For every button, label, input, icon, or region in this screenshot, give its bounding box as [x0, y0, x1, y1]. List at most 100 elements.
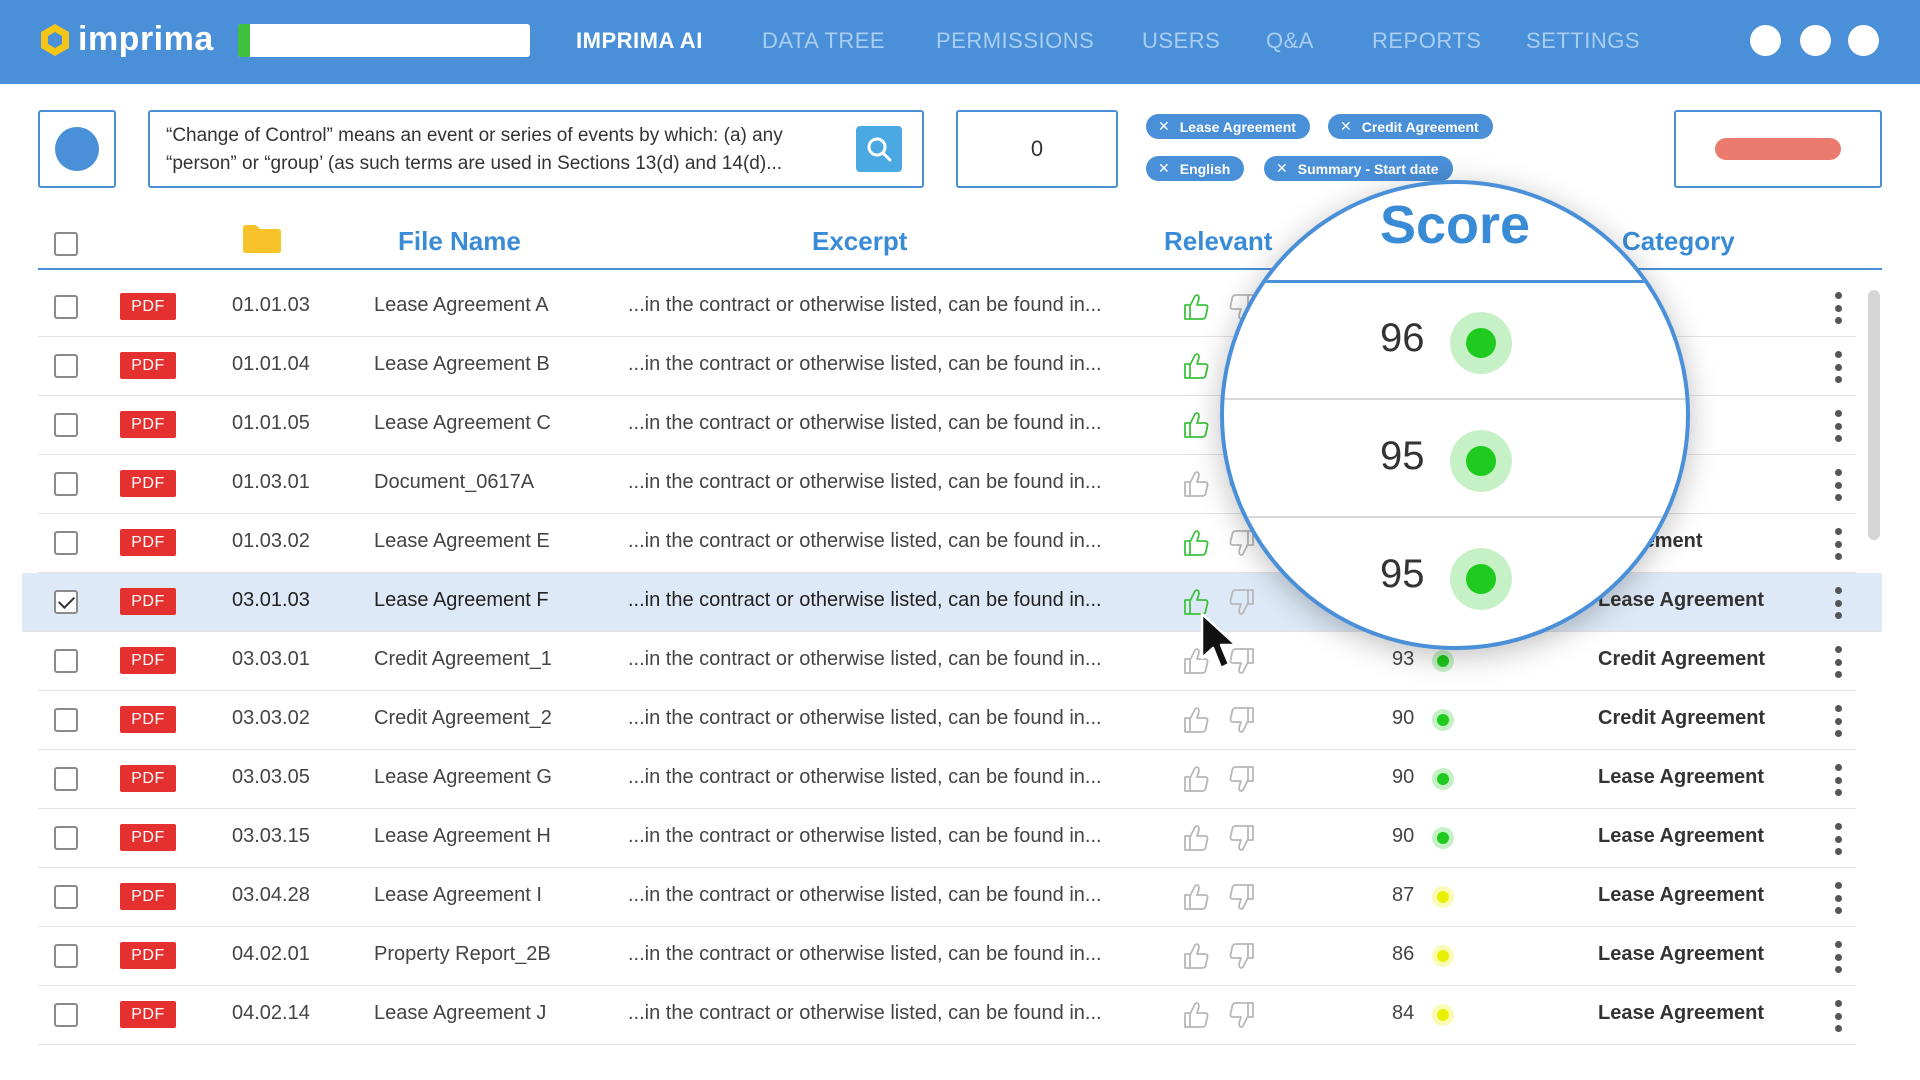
table-scrollbar[interactable]	[1868, 290, 1880, 540]
pdf-badge: PDF	[120, 765, 176, 792]
filter-chip-english[interactable]: ✕ English	[1146, 156, 1245, 181]
row-checkbox[interactable]	[54, 767, 78, 791]
magnifier-score-value: 95	[1380, 552, 1425, 596]
thumbs-down-icon[interactable]	[1228, 1000, 1256, 1030]
row-checkbox[interactable]	[54, 590, 78, 614]
thumbs-up-icon[interactable]	[1182, 705, 1210, 735]
header-file-name[interactable]: File Name	[398, 226, 521, 257]
kebab-menu-icon[interactable]	[1834, 705, 1842, 737]
row-checkbox[interactable]	[54, 944, 78, 968]
nav-qa[interactable]: Q&A	[1266, 28, 1314, 54]
nav-circle-button-2[interactable]	[1800, 25, 1831, 56]
nav-users[interactable]: USERS	[1142, 28, 1220, 54]
table-row[interactable]: PDF 03.04.28 Lease Agreement I ...in the co…	[38, 868, 1856, 927]
row-file-name[interactable]: Lease Agreement H	[374, 825, 551, 848]
nav-circle-button-3[interactable]	[1848, 25, 1879, 56]
thumbs-up-icon[interactable]	[1182, 1000, 1210, 1030]
nav-reports[interactable]: REPORTS	[1372, 28, 1481, 54]
table-row[interactable]: PDF 03.03.05 Lease Agreement G ...in the co…	[38, 750, 1856, 809]
filter-chip-lease-agreement[interactable]: ✕ Lease Agreement	[1146, 114, 1310, 139]
row-file-name[interactable]: Lease Agreement B	[374, 353, 550, 376]
header-excerpt[interactable]: Excerpt	[812, 226, 907, 257]
row-index: 01.03.02	[232, 530, 310, 552]
row-checkbox[interactable]	[54, 826, 78, 850]
close-icon[interactable]: ✕	[1276, 160, 1288, 177]
row-checkbox[interactable]	[54, 708, 78, 732]
kebab-menu-icon[interactable]	[1834, 941, 1842, 973]
row-checkbox[interactable]	[54, 649, 78, 673]
kebab-menu-icon[interactable]	[1834, 410, 1842, 442]
select-all-checkbox[interactable]	[54, 232, 78, 256]
thumbs-up-icon[interactable]	[1182, 528, 1210, 558]
kebab-menu-icon[interactable]	[1834, 469, 1842, 501]
nav-data-tree[interactable]: DATA TREE	[762, 28, 885, 54]
row-checkbox[interactable]	[54, 531, 78, 555]
row-checkbox[interactable]	[54, 472, 78, 496]
kebab-menu-icon[interactable]	[1834, 292, 1842, 324]
row-checkbox[interactable]	[54, 885, 78, 909]
thumbs-down-icon[interactable]	[1228, 882, 1256, 912]
row-file-name[interactable]: Credit Agreement_1	[374, 648, 552, 671]
thumbs-down-icon[interactable]	[1228, 941, 1256, 971]
row-file-name[interactable]: Lease Agreement I	[374, 884, 542, 907]
action-button-box[interactable]	[1674, 110, 1882, 188]
row-checkbox[interactable]	[54, 1003, 78, 1027]
thumbs-up-icon[interactable]	[1182, 292, 1210, 322]
close-icon[interactable]: ✕	[1158, 160, 1170, 177]
row-file-name[interactable]: Lease Agreement C	[374, 412, 551, 435]
thumbs-up-icon[interactable]	[1182, 469, 1210, 499]
close-icon[interactable]: ✕	[1340, 118, 1352, 135]
search-query-line-2: “person” or “group’ (as such terms are u…	[166, 153, 783, 174]
thumbs-up-icon[interactable]	[1182, 823, 1210, 853]
kebab-menu-icon[interactable]	[1834, 528, 1842, 560]
nav-settings[interactable]: SETTINGS	[1526, 28, 1640, 54]
kebab-menu-icon[interactable]	[1834, 587, 1842, 619]
row-file-name[interactable]: Lease Agreement G	[374, 766, 552, 789]
row-file-name[interactable]: Lease Agreement J	[374, 1002, 546, 1025]
thumbs-up-icon[interactable]	[1182, 941, 1210, 971]
thumbs-up-icon[interactable]	[1182, 410, 1210, 440]
row-file-name[interactable]: Lease Agreement F	[374, 589, 549, 612]
kebab-menu-icon[interactable]	[1834, 764, 1842, 796]
nav-imprima-ai[interactable]: IMPRIMA AI	[576, 28, 703, 54]
row-file-name[interactable]: Lease Agreement A	[374, 294, 549, 317]
row-file-name[interactable]: Document_0617A	[374, 471, 534, 494]
row-index: 03.03.15	[232, 825, 310, 847]
row-checkbox[interactable]	[54, 295, 78, 319]
row-index: 03.03.01	[232, 648, 310, 670]
kebab-menu-icon[interactable]	[1834, 351, 1842, 383]
table-row[interactable]: PDF 04.02.01 Property Report_2B ...in the c…	[38, 927, 1856, 986]
row-file-name[interactable]: Credit Agreement_2	[374, 707, 552, 730]
thumbs-up-icon[interactable]	[1182, 351, 1210, 381]
row-checkbox[interactable]	[54, 354, 78, 378]
kebab-menu-icon[interactable]	[1834, 882, 1842, 914]
row-checkbox[interactable]	[54, 413, 78, 437]
kebab-menu-icon[interactable]	[1834, 646, 1842, 678]
thumbs-down-icon[interactable]	[1228, 823, 1256, 853]
filter-chip-summary-start-date[interactable]: ✕ Summary - Start date	[1264, 156, 1453, 181]
filter-chip-credit-agreement[interactable]: ✕ Credit Agreement	[1328, 114, 1493, 139]
table-row[interactable]: PDF 03.03.15 Lease Agreement H ...in the co…	[38, 809, 1856, 868]
row-file-name[interactable]: Lease Agreement E	[374, 530, 550, 553]
thumbs-down-icon[interactable]	[1228, 705, 1256, 735]
row-index: 03.04.28	[232, 884, 310, 906]
table-row[interactable]: PDF 04.02.14 Lease Agreement J ...in the co…	[38, 986, 1856, 1045]
row-file-name[interactable]: Property Report_2B	[374, 943, 551, 966]
table-row[interactable]: PDF 03.03.01 Credit Agreement_1 ...in the c…	[38, 632, 1856, 691]
search-button[interactable]	[856, 126, 902, 172]
filter-chip-label: Summary - Start date	[1297, 160, 1439, 177]
thumbs-up-icon[interactable]	[1182, 882, 1210, 912]
thumbs-down-icon[interactable]	[1228, 764, 1256, 794]
search-input[interactable]: “Change of Control” means an event or se…	[148, 110, 924, 188]
kebab-menu-icon[interactable]	[1834, 1000, 1842, 1032]
app-logo[interactable]: imprima	[38, 20, 214, 59]
nav-circle-button-1[interactable]	[1750, 25, 1781, 56]
kebab-menu-icon[interactable]	[1834, 823, 1842, 855]
close-icon[interactable]: ✕	[1158, 118, 1170, 135]
mode-toggle-button[interactable]	[38, 110, 116, 188]
thumbs-up-icon[interactable]	[1182, 764, 1210, 794]
row-excerpt: ...in the contract or otherwise listed, …	[628, 294, 1102, 316]
nav-permissions[interactable]: PERMISSIONS	[936, 28, 1094, 54]
result-count-field[interactable]: 0	[956, 110, 1118, 188]
table-row[interactable]: PDF 03.03.02 Credit Agreement_2 ...in the c…	[38, 691, 1856, 750]
